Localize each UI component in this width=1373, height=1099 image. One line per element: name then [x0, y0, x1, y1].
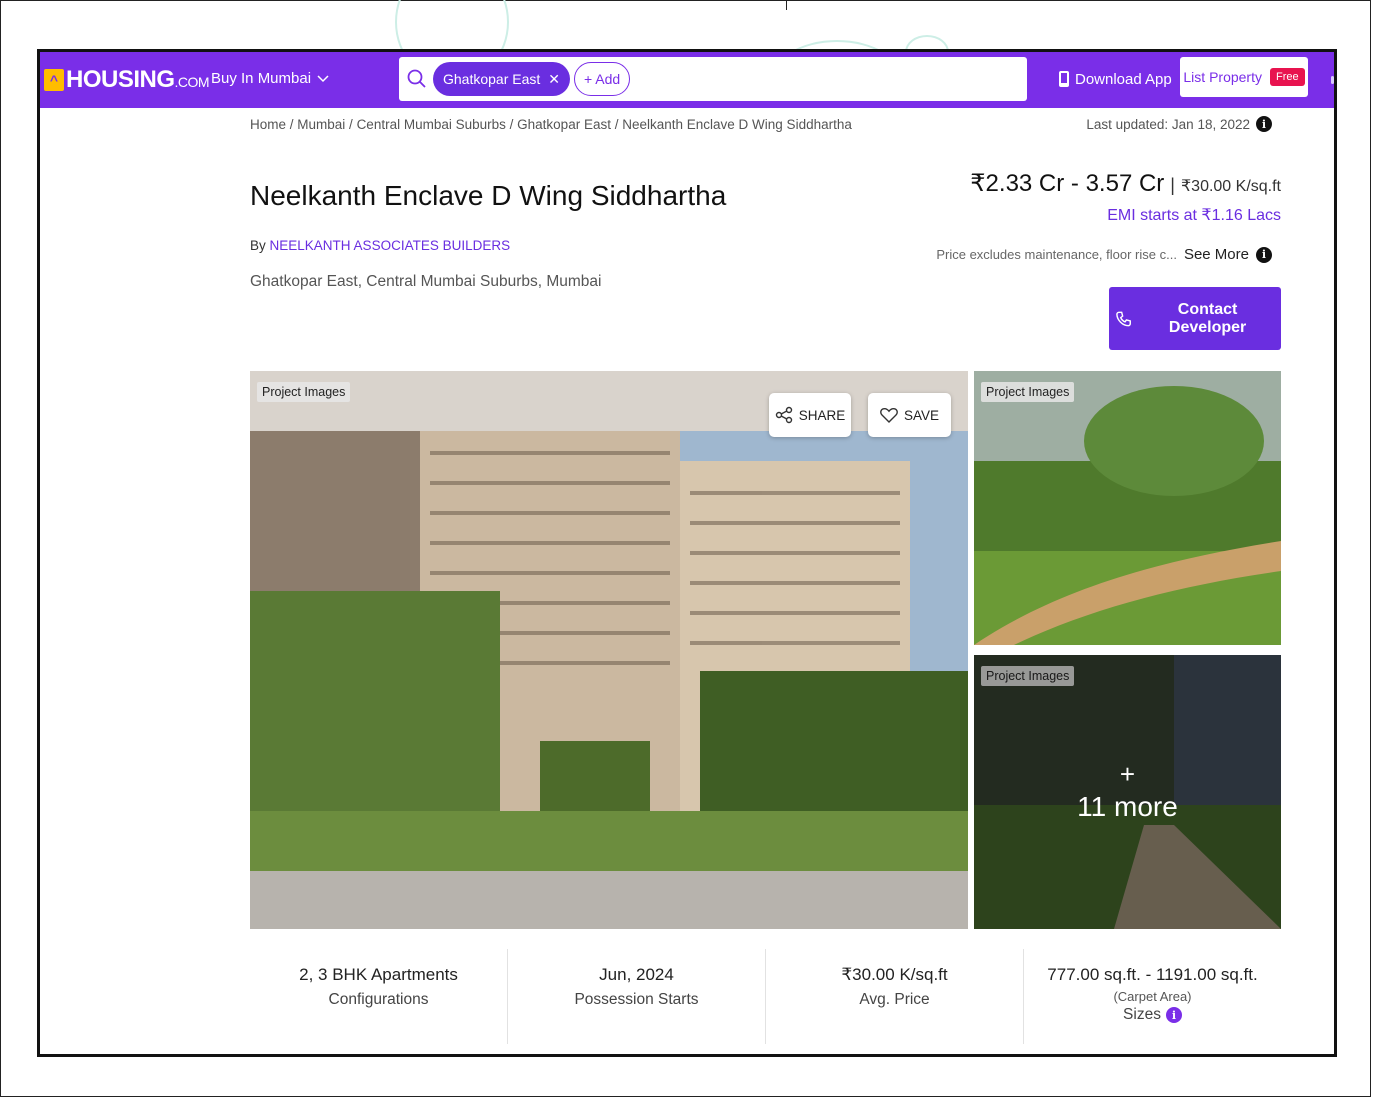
download-app-label: Download App	[1075, 70, 1172, 88]
list-property-button[interactable]: List Property Free	[1180, 57, 1308, 97]
price-note-text: Price excludes maintenance, floor rise c…	[936, 247, 1177, 262]
search-bar[interactable]: Ghatkopar East ✕ + Add	[399, 57, 1027, 101]
breadcrumb-item-locality[interactable]: Ghatkopar East	[517, 117, 611, 132]
project-stats: 2, 3 BHK Apartments Configurations Jun, …	[250, 949, 1281, 1044]
divider	[786, 0, 787, 10]
building-photo	[250, 371, 968, 929]
breadcrumb-item-city[interactable]: Mumbai	[297, 117, 345, 132]
price-note: Price excludes maintenance, floor rise c…	[936, 246, 1272, 263]
save-button[interactable]: SAVE	[868, 393, 951, 437]
breadcrumb-item-project: Neelkanth Enclave D Wing Siddhartha	[622, 117, 852, 132]
add-location-button[interactable]: + Add	[574, 62, 631, 96]
stat-value: ₹30.00 K/sq.ft	[841, 965, 948, 984]
project-location: Ghatkopar East, Central Mumbai Suburbs, …	[250, 273, 602, 290]
housing-logo[interactable]: ^ HOUSING.COM	[44, 66, 210, 94]
overflow-indicator	[1331, 76, 1334, 84]
price-per-sqft: ₹30.00 K/sq.ft	[1180, 178, 1281, 195]
stat-value: 777.00 sq.ft. - 1191.00 sq.ft.	[1047, 965, 1258, 984]
browser-viewport: ^ HOUSING.COM Buy In Mumbai Ghatkopar Ea…	[37, 49, 1337, 1057]
stat-value: 2, 3 BHK Apartments	[299, 965, 458, 984]
builder-prefix: By	[250, 238, 266, 253]
price-row: ₹2.33 Cr - 3.57 Cr | ₹30.00 K/sq.ft	[970, 169, 1281, 198]
stat-label: Configurations	[328, 991, 429, 1008]
info-icon[interactable]: i	[1165, 1007, 1182, 1023]
info-icon[interactable]: i	[1256, 246, 1272, 263]
share-label: SHARE	[798, 407, 846, 423]
side-project-image[interactable]: Project Images	[974, 371, 1281, 645]
contact-developer-button[interactable]: Contact Developer	[1109, 287, 1281, 350]
page-title: Neelkanth Enclave D Wing Siddhartha	[250, 180, 727, 211]
phone-call-icon	[1116, 311, 1131, 326]
breadcrumb-item-region[interactable]: Central Mumbai Suburbs	[357, 117, 506, 132]
last-updated: Last updated: Jan 18, 2022 i	[1086, 116, 1272, 132]
share-icon	[775, 406, 792, 424]
builder-link[interactable]: NEELKANTH ASSOCIATES BUILDERS	[270, 238, 511, 253]
free-badge: Free	[1269, 68, 1305, 86]
see-more-link[interactable]: See More	[1184, 246, 1249, 263]
project-images-tag: Project Images	[257, 382, 351, 402]
stat-possession: Jun, 2024 Possession Starts	[508, 949, 766, 1044]
list-property-label: List Property	[1183, 69, 1262, 85]
share-button[interactable]: SHARE	[769, 393, 851, 437]
more-images-count: 11 more	[1077, 791, 1178, 822]
plus-icon: +	[1119, 759, 1136, 789]
more-images-tile[interactable]: Project Images + 11 more	[974, 655, 1281, 929]
more-images-overlay[interactable]: + 11 more	[974, 655, 1281, 929]
city-selector-label: Buy In Mumbai	[211, 70, 312, 87]
last-updated-text: Last updated: Jan 18, 2022	[1086, 116, 1250, 132]
stat-value: Jun, 2024	[599, 965, 674, 984]
main-project-image[interactable]: Project Images SHARE SAVE	[250, 371, 968, 929]
close-icon[interactable]: ✕	[548, 71, 560, 88]
stat-sub: (Carpet Area)	[1113, 989, 1192, 1004]
stat-sizes: 777.00 sq.ft. - 1191.00 sq.ft. (Carpet A…	[1024, 949, 1281, 1044]
search-icon[interactable]	[407, 69, 427, 89]
stat-avg-price: ₹30.00 K/sq.ft Avg. Price	[766, 949, 1024, 1044]
stat-label: Possession Starts	[574, 991, 699, 1008]
price-range: ₹2.33 Cr - 3.57 Cr	[970, 170, 1165, 197]
save-label: SAVE	[903, 407, 939, 423]
heart-icon	[880, 407, 898, 423]
logo-text: HOUSING.COM	[66, 66, 210, 93]
breadcrumb: Home / Mumbai / Central Mumbai Suburbs /…	[250, 117, 852, 132]
builder-line: By NEELKANTH ASSOCIATES BUILDERS	[250, 238, 510, 253]
price-separator: |	[1170, 175, 1175, 195]
emi-link[interactable]: EMI starts at ₹1.16 Lacs	[1107, 205, 1281, 225]
chip-label: Ghatkopar East	[443, 71, 541, 87]
project-images-tag: Project Images	[981, 382, 1075, 402]
garden-photo	[974, 371, 1281, 645]
city-selector[interactable]: Buy In Mumbai	[211, 70, 329, 87]
contact-developer-label: Contact Developer	[1168, 300, 1247, 336]
logo-mark-icon: ^	[44, 69, 64, 91]
stat-label-row: Sizes i	[1123, 1006, 1182, 1024]
search-location-chip[interactable]: Ghatkopar East ✕	[433, 62, 571, 96]
phone-icon	[1059, 71, 1069, 87]
stat-label: Sizes	[1123, 1006, 1161, 1023]
stat-configurations: 2, 3 BHK Apartments Configurations	[250, 949, 508, 1044]
breadcrumb-item-home[interactable]: Home	[250, 117, 286, 132]
download-app-link[interactable]: Download App	[1058, 70, 1172, 88]
chevron-down-icon	[317, 74, 329, 82]
info-icon[interactable]: i	[1256, 116, 1272, 132]
stat-label: Avg. Price	[859, 991, 930, 1008]
top-navbar: ^ HOUSING.COM Buy In Mumbai Ghatkopar Ea…	[40, 52, 1334, 108]
